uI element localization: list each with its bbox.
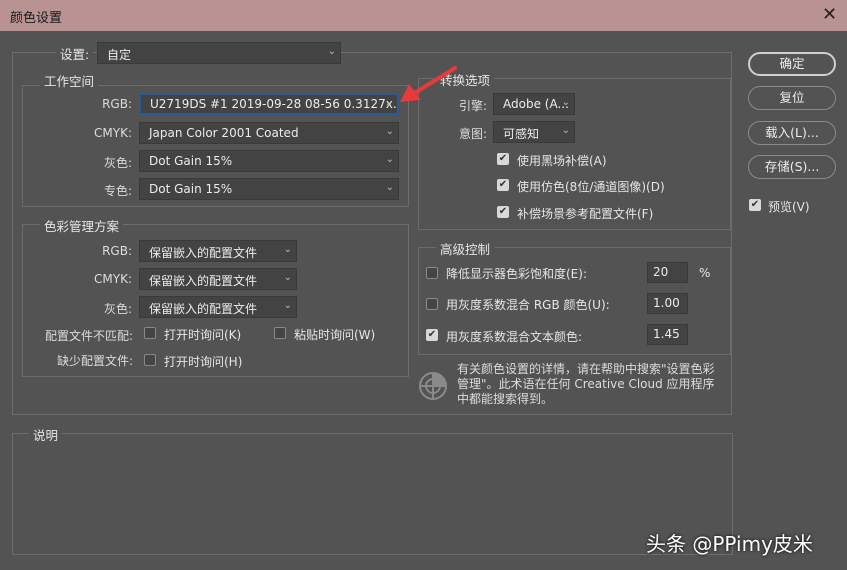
reset-button[interactable]: 复位 (748, 86, 836, 110)
value: 保留嵌入的配置文件 (149, 302, 258, 316)
chevron-down-icon: ⌄ (561, 97, 570, 108)
close-icon[interactable]: ✕ (822, 4, 837, 25)
chevron-down-icon: ⌄ (283, 244, 292, 255)
workspace-title: 工作空间 (40, 71, 99, 90)
percent-unit: % (699, 266, 711, 280)
scene-profile-checkbox[interactable]: ✔ (497, 206, 509, 218)
policy-gray-label: 灰色: (103, 302, 132, 316)
policy-rgb-select[interactable]: 保留嵌入的配置文件 ⌄ (139, 240, 297, 262)
workspace-cmyk-select[interactable]: Japan Color 2001 Coated ⌄ (139, 122, 399, 144)
ask-open-label: 打开时询问(K) (164, 328, 242, 342)
advanced-title: 高级控制 (436, 239, 495, 258)
blend-text-label: 用灰度系数混合文本颜色: (446, 330, 583, 344)
description-title: 说明 (29, 425, 63, 444)
save-button[interactable]: 存储(S)... (748, 155, 836, 179)
policy-gray-select[interactable]: 保留嵌入的配置文件 ⌄ (139, 296, 297, 318)
desaturate-checkbox[interactable] (426, 267, 438, 279)
ask-paste-checkbox[interactable] (274, 327, 286, 339)
ok-button[interactable]: 确定 (748, 52, 836, 76)
workspace-rgb-select[interactable]: U2719DS #1 2019-09-28 08-56 0.3127x... ⌄ (139, 93, 399, 115)
missing-label: 缺少配置文件: (56, 354, 133, 368)
value: 保留嵌入的配置文件 (149, 246, 258, 260)
workspace-gray-select[interactable]: Dot Gain 15% ⌄ (139, 150, 399, 172)
blend-text-checkbox[interactable]: ✔ (426, 329, 438, 341)
value: 保留嵌入的配置文件 (149, 274, 258, 288)
workspace-gray-label: 灰色: (103, 156, 132, 170)
red-arrow-annotation (400, 66, 457, 102)
blend-rgb-checkbox[interactable] (426, 298, 438, 310)
black-point-checkbox[interactable]: ✔ (497, 153, 509, 165)
engine-select[interactable]: Adobe (A... ⌄ (493, 93, 575, 115)
preview-label: 预览(V) (768, 200, 810, 214)
workspace-rgb-label: RGB: (102, 97, 132, 111)
black-point-label: 使用黑场补偿(A) (517, 154, 607, 168)
chevron-down-icon: ⌄ (385, 126, 394, 137)
settings-label: 设置: (56, 44, 94, 63)
description-group (12, 433, 733, 555)
chevron-down-icon: ⌄ (283, 300, 292, 311)
color-wheel-icon (419, 372, 447, 400)
window-title: 颜色设置 (10, 11, 63, 26)
blend-rgb-label: 用灰度系数混合 RGB 颜色(U): (446, 298, 610, 312)
desaturate-input[interactable]: 20 (647, 262, 688, 283)
intent-label: 意图: (458, 127, 487, 141)
title-bar: 颜色设置 ✕ (0, 0, 847, 31)
mismatch-label: 配置文件不匹配: (44, 329, 133, 343)
blend-text-input[interactable]: 1.45 (647, 324, 688, 345)
ask-paste-label: 粘贴时询问(W) (294, 328, 376, 342)
missing-ask-open-checkbox[interactable] (144, 354, 156, 366)
chevron-down-icon: ⌄ (385, 154, 394, 165)
desaturate-label: 降低显示器色彩饱和度(E): (446, 267, 587, 281)
chevron-down-icon: ⌄ (384, 98, 393, 109)
value: Japan Color 2001 Coated (149, 126, 299, 140)
watermark: 头条 @PPimy皮米 (646, 532, 813, 556)
blend-rgb-input[interactable]: 1.00 (647, 293, 688, 314)
policy-cmyk-select[interactable]: 保留嵌入的配置文件 ⌄ (139, 268, 297, 290)
preview-checkbox[interactable]: ✔ (749, 199, 761, 211)
chevron-down-icon: ⌄ (283, 272, 292, 283)
ask-open-checkbox[interactable] (144, 327, 156, 339)
scene-profile-label: 补偿场景参考配置文件(F) (517, 207, 654, 221)
intent-select[interactable]: 可感知 ⌄ (493, 121, 575, 143)
dither-label: 使用仿色(8位/通道图像)(D) (517, 180, 665, 194)
policies-title: 色彩管理方案 (40, 216, 124, 235)
load-button[interactable]: 载入(L)... (748, 121, 836, 145)
value: Dot Gain 15% (149, 154, 233, 168)
workspace-cmyk-label: CMYK: (94, 126, 132, 140)
settings-select[interactable]: 自定 ⌄ (97, 42, 341, 64)
workspace-spot-label: 专色: (103, 184, 132, 198)
settings-value: 自定 (107, 48, 132, 62)
value: 可感知 (503, 127, 540, 141)
chevron-down-icon: ⌄ (327, 46, 336, 57)
missing-ask-open-label: 打开时询问(H) (164, 355, 243, 369)
chevron-down-icon: ⌄ (561, 125, 570, 136)
policy-rgb-label: RGB: (102, 244, 132, 258)
workspace-spot-select[interactable]: Dot Gain 15% ⌄ (139, 178, 399, 200)
info-text: 有关颜色设置的详情，请在帮助中搜索"设置色彩管理"。此术语在任何 Creativ… (457, 362, 715, 406)
value: Dot Gain 15% (149, 182, 233, 196)
policy-cmyk-label: CMYK: (94, 272, 132, 286)
value: Adobe (A... (503, 97, 569, 111)
dither-checkbox[interactable]: ✔ (497, 179, 509, 191)
chevron-down-icon: ⌄ (385, 182, 394, 193)
value: U2719DS #1 2019-09-28 08-56 0.3127x... (150, 97, 399, 111)
